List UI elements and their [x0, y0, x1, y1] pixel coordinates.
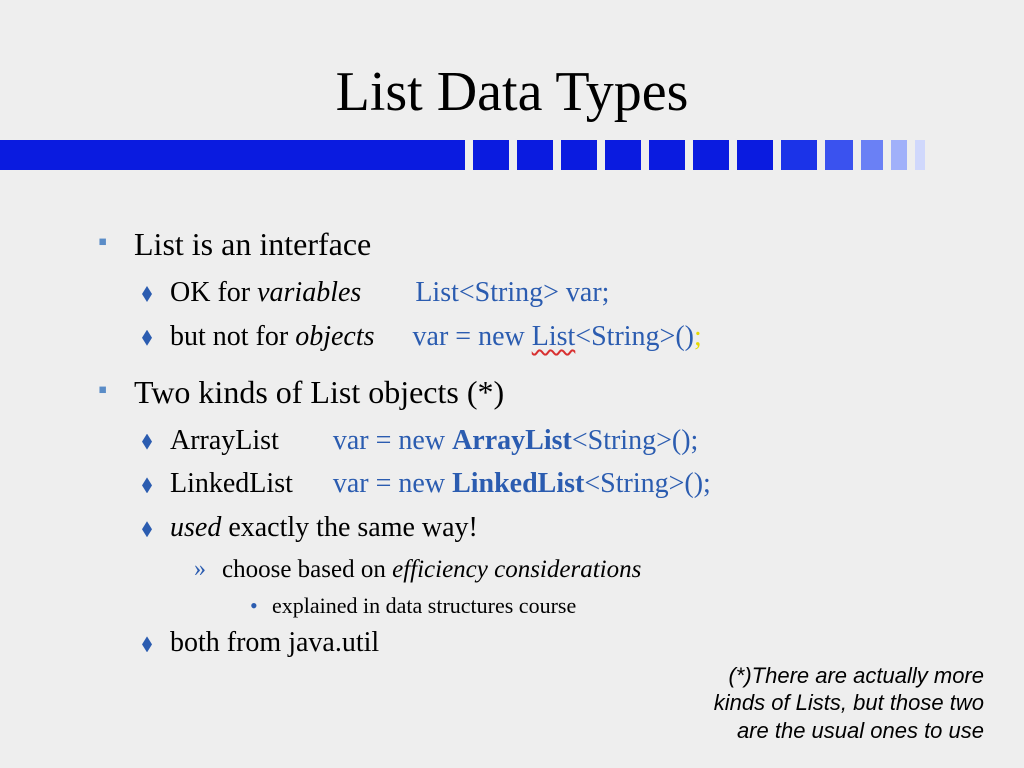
- text: ArrayList: [170, 425, 279, 456]
- slide: List Data Types List is an interface OK …: [0, 0, 1024, 768]
- code-error: List: [532, 321, 576, 352]
- text: choose based on: [222, 556, 392, 583]
- code: List<String> var;: [415, 277, 609, 308]
- code-part: ;: [694, 321, 702, 352]
- band-square: [737, 140, 773, 170]
- band-square: [605, 140, 641, 170]
- band-square: [517, 140, 553, 170]
- text-italic: used: [170, 512, 221, 543]
- slide-title: List Data Types: [0, 60, 1024, 124]
- footnote: (*)There are actually more kinds of List…: [684, 662, 984, 745]
- bullet-l2: LinkedListvar = new LinkedList<String>()…: [134, 465, 984, 503]
- band-square: [693, 140, 729, 170]
- code-part: <String>();: [584, 468, 710, 499]
- bullet-l2: used exactly the same way!: [134, 509, 984, 547]
- band-square: [561, 140, 597, 170]
- band-square: [861, 140, 883, 170]
- band-square: [891, 140, 907, 170]
- bullet-l2: both from java.util: [134, 624, 984, 662]
- text: OK for: [170, 277, 257, 308]
- text-italic: objects: [295, 321, 374, 352]
- code-part: <String>(): [575, 321, 694, 352]
- bullet-l2: OK for variables List<String> var;: [134, 274, 984, 312]
- code-part: <String>();: [572, 425, 698, 456]
- text: but not for: [170, 321, 295, 352]
- bullet-l1: List is an interface: [98, 224, 984, 264]
- band-square: [781, 140, 817, 170]
- code-part: var = new: [333, 425, 452, 456]
- code-bold: LinkedList: [452, 468, 584, 499]
- code: var = new List<String>(): [413, 321, 694, 352]
- code-part: var = new: [413, 321, 532, 352]
- text: exactly the same way!: [221, 512, 478, 543]
- band-square: [649, 140, 685, 170]
- text-italic: efficiency considerations: [392, 556, 641, 583]
- code: var = new LinkedList<String>();: [333, 468, 711, 499]
- bullet-l3: choose based on efficiency consideration…: [194, 553, 984, 587]
- code: var = new ArrayList<String>();: [333, 425, 698, 456]
- bullet-l2: ArrayListvar = new ArrayList<String>();: [134, 422, 984, 460]
- spacer: [98, 362, 984, 372]
- band-solid: [0, 140, 465, 170]
- band-square: [825, 140, 853, 170]
- bullet-l4: explained in data structures course: [250, 591, 984, 621]
- band-square: [473, 140, 509, 170]
- text: LinkedList: [170, 468, 293, 499]
- content: List is an interface OK for variables Lis…: [98, 224, 984, 668]
- decorative-band: [0, 140, 1024, 170]
- bullet-l1: Two kinds of List objects (*): [98, 372, 984, 412]
- code-part: var = new: [333, 468, 452, 499]
- code-bold: ArrayList: [452, 425, 572, 456]
- band-square: [915, 140, 925, 170]
- bullet-l2: but not for objects var = new List<String…: [134, 318, 984, 356]
- text-italic: variables: [257, 277, 361, 308]
